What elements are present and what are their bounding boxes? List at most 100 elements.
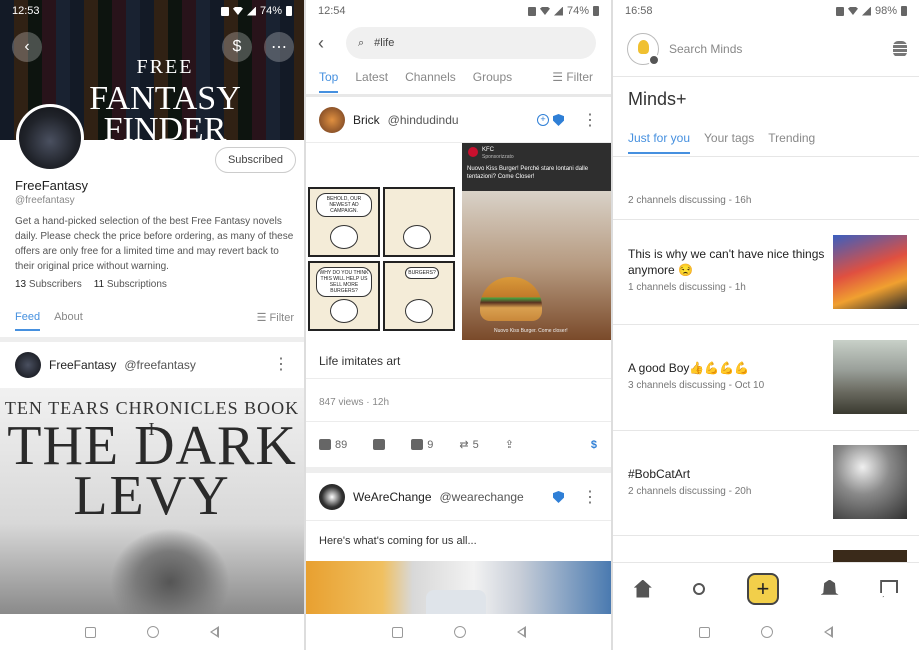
- system-nav-bar: [0, 614, 304, 650]
- lightbulb-icon: [638, 40, 649, 54]
- bell-icon[interactable]: [820, 579, 839, 595]
- remind-button[interactable]: ⇄ 5: [459, 438, 478, 452]
- tab-top[interactable]: Top: [319, 70, 339, 93]
- channel-name: FreeFantasy: [15, 178, 88, 193]
- post-author-handle[interactable]: @freefantasy: [124, 358, 196, 372]
- more-button[interactable]: ⋯: [264, 32, 294, 62]
- back-icon[interactable]: [209, 626, 219, 638]
- profile-avatar[interactable]: [627, 33, 660, 66]
- divider: [306, 520, 611, 521]
- comment-button[interactable]: 9: [411, 439, 433, 451]
- back-icon[interactable]: [824, 626, 834, 638]
- tab-groups[interactable]: Groups: [473, 70, 512, 93]
- post-image[interactable]: TEN TEARS CHRONICLES BOOK I THE DARK LEV…: [0, 388, 304, 614]
- discovery-screen: 16:58 98% Search Minds Minds+ Just for y…: [613, 0, 919, 650]
- post-author-name[interactable]: WeAreChange: [353, 490, 432, 504]
- search-input[interactable]: Search Minds: [669, 42, 742, 56]
- post-author-handle[interactable]: @wearechange: [440, 490, 524, 504]
- item-title: This is why we can't have nice things an…: [628, 247, 825, 277]
- divider: [613, 156, 919, 157]
- channel-avatar[interactable]: [16, 104, 84, 172]
- avatar[interactable]: [15, 352, 41, 378]
- wallet-icon[interactable]: [893, 41, 907, 57]
- signal-icon: [861, 6, 871, 16]
- comic-panel-2: [383, 187, 455, 257]
- filter-button[interactable]: ☰ Filter: [257, 311, 294, 324]
- home-icon[interactable]: [760, 626, 773, 638]
- tab-trending[interactable]: Trending: [768, 131, 815, 154]
- divider: [306, 467, 611, 473]
- battery-level: 74%: [566, 5, 589, 17]
- share-icon: ⇪: [504, 439, 514, 451]
- post-menu-icon[interactable]: ⋮: [582, 110, 598, 130]
- post-menu-icon[interactable]: ⋮: [273, 357, 289, 373]
- tab-latest[interactable]: Latest: [355, 70, 388, 93]
- home-icon[interactable]: [453, 626, 466, 638]
- ad-brand: KFC: [482, 147, 494, 153]
- recents-icon[interactable]: [85, 626, 97, 638]
- bottom-nav: +: [613, 562, 919, 614]
- verified-icon: [553, 114, 564, 126]
- signal-icon: [553, 6, 563, 16]
- back-button[interactable]: ‹: [318, 33, 324, 54]
- post-author-name[interactable]: FreeFantasy: [49, 358, 116, 372]
- avatar[interactable]: [319, 107, 345, 133]
- tab-channels[interactable]: Channels: [405, 70, 456, 93]
- divider: [0, 337, 304, 342]
- list-item[interactable]: This is why we can't have nice things an…: [628, 235, 907, 310]
- tab-your-tags[interactable]: Your tags: [704, 131, 754, 154]
- list-item[interactable]: 2 channels discussing - 16h: [628, 191, 907, 206]
- back-icon: ‹: [24, 38, 30, 55]
- recents-icon[interactable]: [698, 626, 710, 638]
- search-screen: 12:54 74% ‹ ⌕ #life Top Latest Channels …: [306, 0, 611, 650]
- status-bar: 16:58 98%: [613, 0, 919, 22]
- search-input[interactable]: ⌕ #life: [346, 27, 596, 59]
- chat-icon[interactable]: [880, 579, 899, 598]
- avatar[interactable]: [319, 484, 345, 510]
- home-icon[interactable]: [146, 626, 159, 638]
- tip-button[interactable]: $: [591, 439, 597, 451]
- search-tabs: Top Latest Channels Groups ☰ Filter: [319, 70, 601, 93]
- post-author-handle[interactable]: @hindudindu: [388, 113, 459, 127]
- dislike-button[interactable]: [373, 439, 386, 450]
- chevron-left-icon: ‹: [318, 33, 324, 53]
- filter-button[interactable]: ☰ Filter: [552, 70, 593, 93]
- divider: [306, 94, 611, 97]
- wifi-icon: [232, 7, 243, 15]
- subscribed-button[interactable]: Subscribed: [214, 147, 296, 173]
- repeat-icon: ⇄: [459, 439, 469, 451]
- item-title: A good Boy👍💪💪💪: [628, 361, 750, 375]
- list-item[interactable]: #BobCatArt 2 channels discussing - 20h: [628, 445, 907, 520]
- verified-icon: [553, 491, 564, 503]
- subscribers-count[interactable]: 13 Subscribers: [15, 279, 82, 290]
- burger-illustration: [480, 277, 542, 321]
- item-thumbnail: [833, 235, 907, 309]
- ad-screenshot: KFC Sponsorizzato Nuovo Kiss Burger! Per…: [462, 143, 611, 340]
- tab-about[interactable]: About: [54, 311, 83, 331]
- tab-just-for-you[interactable]: Just for you: [628, 131, 691, 154]
- tab-feed[interactable]: Feed: [15, 311, 41, 331]
- search-icon[interactable]: [693, 582, 706, 595]
- subscriptions-count[interactable]: 11 Subscriptions: [94, 279, 167, 290]
- divider: [613, 324, 919, 325]
- compose-button[interactable]: +: [746, 572, 779, 605]
- like-button[interactable]: 89: [319, 439, 347, 451]
- share-button[interactable]: ⇪: [505, 438, 514, 451]
- status-bar: 12:53 74%: [0, 0, 304, 22]
- post-author-name[interactable]: Brick: [353, 113, 380, 127]
- battery-level: 98%: [874, 5, 897, 17]
- book-title-2: LEVY: [73, 465, 231, 527]
- back-icon[interactable]: [516, 626, 526, 638]
- status-time: 12:54: [318, 5, 346, 17]
- status-bar: 12:54 74%: [306, 0, 611, 22]
- status-time: 12:53: [12, 5, 40, 17]
- wallet-button[interactable]: $: [222, 32, 252, 62]
- recents-icon[interactable]: [391, 626, 403, 638]
- divider: [306, 421, 611, 422]
- system-nav-bar: [306, 614, 611, 650]
- ad-sponsored: Sponsorizzato: [482, 154, 514, 160]
- back-button[interactable]: ‹: [12, 32, 42, 62]
- home-icon[interactable]: [633, 579, 652, 598]
- list-item[interactable]: A good Boy👍💪💪💪 3 channels discussing - O…: [628, 340, 907, 415]
- post-menu-icon[interactable]: ⋮: [582, 487, 598, 507]
